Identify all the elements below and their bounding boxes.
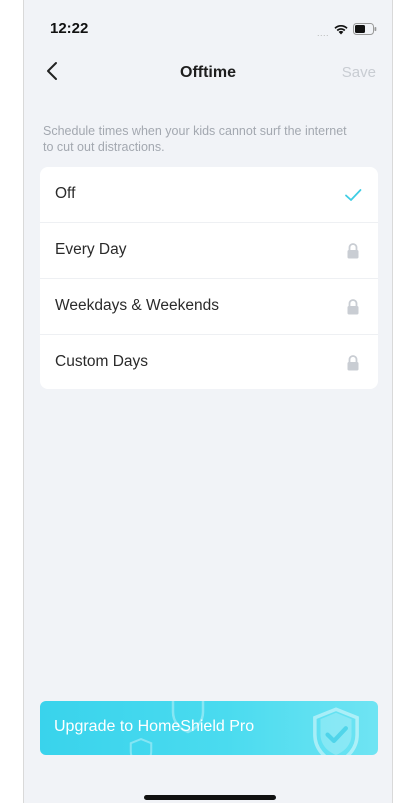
option-label: Custom Days	[55, 353, 149, 370]
checkmark-icon	[344, 186, 362, 204]
wifi-icon	[333, 22, 349, 40]
lock-icon	[344, 298, 362, 316]
upgrade-homeshield-pro-button[interactable]: Upgrade to HomeShield Pro	[40, 701, 378, 755]
signal-dots: ....	[316, 27, 329, 38]
page-title: Offtime	[180, 64, 236, 81]
schedule-options-list: Off Every Day Weekdays & Weekends Custom…	[40, 167, 378, 389]
option-label: Weekdays & Weekends	[55, 297, 219, 314]
home-indicator[interactable]	[144, 795, 276, 800]
save-button[interactable]: Save	[342, 64, 376, 81]
option-every-day[interactable]: Every Day	[40, 223, 378, 279]
status-bar: 12:22 ....	[24, 0, 392, 52]
status-icons: ....	[317, 22, 377, 40]
lock-icon	[344, 242, 362, 260]
navigation-bar: Offtime Save	[24, 52, 392, 96]
phone-screen: 12:22 .... Offtime Save Schedule times w…	[23, 0, 393, 803]
option-label: Off	[55, 185, 76, 202]
offtime-description: Schedule times when your kids cannot sur…	[43, 124, 347, 154]
option-weekdays-weekends[interactable]: Weekdays & Weekends	[40, 279, 378, 335]
option-off[interactable]: Off	[40, 167, 378, 223]
option-label: Every Day	[55, 241, 127, 258]
upgrade-label: Upgrade to HomeShield Pro	[54, 718, 255, 735]
battery-icon	[353, 22, 377, 40]
status-time: 12:22	[50, 20, 89, 37]
shield-icon	[126, 737, 156, 755]
lock-icon	[344, 354, 362, 372]
shield-check-icon	[306, 705, 366, 755]
option-custom-days[interactable]: Custom Days	[40, 335, 378, 389]
